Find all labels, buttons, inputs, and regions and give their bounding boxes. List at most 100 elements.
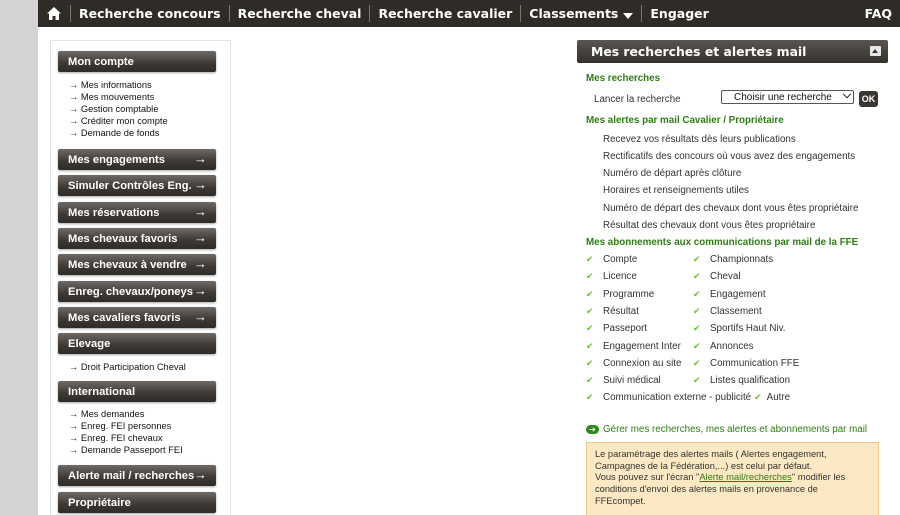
menu-mon-compte-label: Mon compte [68,55,134,68]
menu-label: Simuler Contrôles Eng. [68,179,192,192]
abonnement-label: Licence [603,271,637,282]
manage-alerts-link[interactable]: ➔ Gérer mes recherches, mes alertes et ab… [586,424,867,435]
alertes-heading: Mes alertes par mail Cavalier / Propriét… [586,115,784,126]
menu-mes-reservations[interactable]: Mes réservations → [58,202,216,223]
abonnement-item[interactable]: ✔ Annonces [693,341,754,352]
link-demande-fonds[interactable]: → Demande de fonds [69,127,168,139]
collapse-icon[interactable] [870,46,881,56]
main-content: Mon compte → Mes informations → Mes mouv… [38,27,900,515]
link-fei-personnes[interactable]: → Enreg. FEI personnes [69,420,183,432]
menu-alerte-mail[interactable]: Alerte mail / recherches → [58,465,216,486]
abonnement-item[interactable]: ✔ Engagement [693,289,766,300]
alerte-item[interactable]: Numéro de départ des chevaux dont vous ê… [603,203,858,214]
check-icon: ✔ [586,254,594,264]
menu-mes-engagements[interactable]: Mes engagements → [58,149,216,170]
alerte-item[interactable]: Rectificatifs des concours où vous avez … [603,151,855,162]
abonnement-item[interactable]: ✔ Suivi médical [586,375,661,386]
abonnement-item[interactable]: ✔ Connexion au site [586,358,681,369]
alerte-mail-link[interactable]: Alerte mail/recherches [699,472,792,482]
abonnement-item[interactable]: ✔ Communication externe - publicité ✔ Autre [586,392,790,403]
home-icon[interactable] [38,0,70,27]
abonnement-item[interactable]: ✔ Passeport [586,323,647,334]
arrow-right-icon: → [194,204,207,219]
menu-cavaliers-favoris[interactable]: Mes cavaliers favoris → [58,307,216,328]
check-icon: ✔ [586,271,594,281]
abonnement-item[interactable]: ✔ Listes qualification [693,375,790,386]
menu-simuler-controles[interactable]: Simuler Contrôles Eng. → [58,175,216,196]
menu-label: Elevage [68,337,111,350]
abonnement-label: Engagement Inter [603,341,681,352]
link-passeport-fei[interactable]: → Demande Passeport FEI [69,444,183,456]
check-icon: ✔ [693,375,701,385]
abonnement-item[interactable]: ✔ Résultat [586,306,639,317]
info-line: Le paramétrage des alertes mails ( Alert… [595,449,827,459]
menu-mon-compte[interactable]: Mon compte [58,51,216,72]
alerte-item[interactable]: Horaires et renseignements utiles [603,185,749,196]
menu-label: International [68,385,136,398]
abonnement-item[interactable]: ✔ Cheval [693,271,741,282]
arrow-right-icon: → [194,283,207,298]
abonnement-item[interactable]: ✔ Compte [586,254,637,265]
recherches-heading: Mes recherches [586,73,661,84]
alerte-item[interactable]: Résultat des chevaux dont vous êtes prop… [603,220,815,231]
chevron-down-icon [623,12,634,19]
link-droit-participation[interactable]: → Droit Participation Cheval [69,361,186,373]
link-mes-informations[interactable]: → Mes informations [69,79,168,91]
check-icon: ✔ [586,358,594,368]
abonnement-label: Annonces [710,341,754,352]
link-mes-demandes[interactable]: → Mes demandes [69,408,183,420]
abonnement-label: Programme [603,289,655,300]
info-text: " modifier les [791,472,846,483]
abonnement-item[interactable]: ✔ Engagement Inter [586,341,681,352]
abonnement-label: Compte [603,254,638,265]
link-mes-mouvements[interactable]: → Mes mouvements [69,91,168,103]
menu-label: Mes engagements [68,153,165,166]
abonnement-item[interactable]: ✔ Licence [586,271,637,282]
mon-compte-links: → Mes informations → Mes mouvements → Ge… [69,79,168,139]
abonnement-label: Passeport [603,323,648,334]
menu-proprietaire[interactable]: Propriétaire [58,492,216,513]
abonnement-label: Sportifs Haut Niv. [710,323,786,334]
nav-classements[interactable]: Classements [521,0,641,27]
arrow-right-icon: → [194,256,207,271]
abonnement-label: Communication externe - publicité [603,392,752,403]
account-sidebar: Mon compte → Mes informations → Mes mouv… [50,40,231,515]
check-icon: ✔ [586,306,594,316]
international-links: → Mes demandes → Enreg. FEI personnes → … [69,408,183,456]
panel-title: Mes recherches et alertes mail [591,44,807,59]
abonnement-label: Championnats [710,254,774,265]
info-line: Campagnes de la Fédération,...) est celu… [595,460,813,471]
search-select[interactable]: Choisir une recherche [721,89,854,104]
nav-classements-label: Classements [529,6,619,21]
manage-alerts-label: Gérer mes recherches, mes alertes et abo… [603,424,868,435]
abonnement-item[interactable]: ✔ Sportifs Haut Niv. [693,323,786,334]
menu-enreg-chevaux[interactable]: Enreg. chevaux/poneys → [58,281,216,302]
menu-label: Mes chevaux à vendre [68,258,187,271]
nav-recherche-concours[interactable]: Recherche concours [71,0,229,27]
link-fei-chevaux[interactable]: → Enreg. FEI chevaux [69,432,183,444]
abonnement-label: Engagement [710,289,766,300]
link-gestion-comptable[interactable]: → Gestion comptable [69,103,168,115]
menu-elevage[interactable]: Elevage [58,333,216,354]
info-line: FFEcompet. [595,495,646,506]
alerte-item[interactable]: Recevez vos résultats dès leurs publicat… [603,134,796,145]
menu-label: Mes cavaliers favoris [68,311,181,324]
nav-engager[interactable]: Engager [642,0,716,27]
link-crediter-compte[interactable]: → Créditer mon compte [69,115,168,127]
menu-chevaux-vendre[interactable]: Mes chevaux à vendre → [58,254,216,275]
nav-recherche-cavalier[interactable]: Recherche cavalier [370,0,520,27]
check-icon: ✔ [586,392,594,402]
alerte-item[interactable]: Numéro de départ après clôture [603,168,741,179]
abonnement-item[interactable]: ✔ Classement [693,306,762,317]
abonnement-item[interactable]: ✔ Programme [586,289,654,300]
check-icon: ✔ [586,375,594,385]
abonnement-item[interactable]: ✔ Championnats [693,254,773,265]
nav-recherche-cheval[interactable]: Recherche cheval [230,0,370,27]
nav-faq[interactable]: FAQ [857,0,900,27]
ok-button[interactable]: OK [859,91,878,107]
menu-chevaux-favoris[interactable]: Mes chevaux favoris → [58,228,216,249]
menu-international[interactable]: International [58,381,216,402]
search-select-value: Choisir une recherche [734,91,832,103]
abonnement-item[interactable]: ✔ Communication FFE [693,358,799,369]
arrow-right-icon: → [194,177,207,192]
